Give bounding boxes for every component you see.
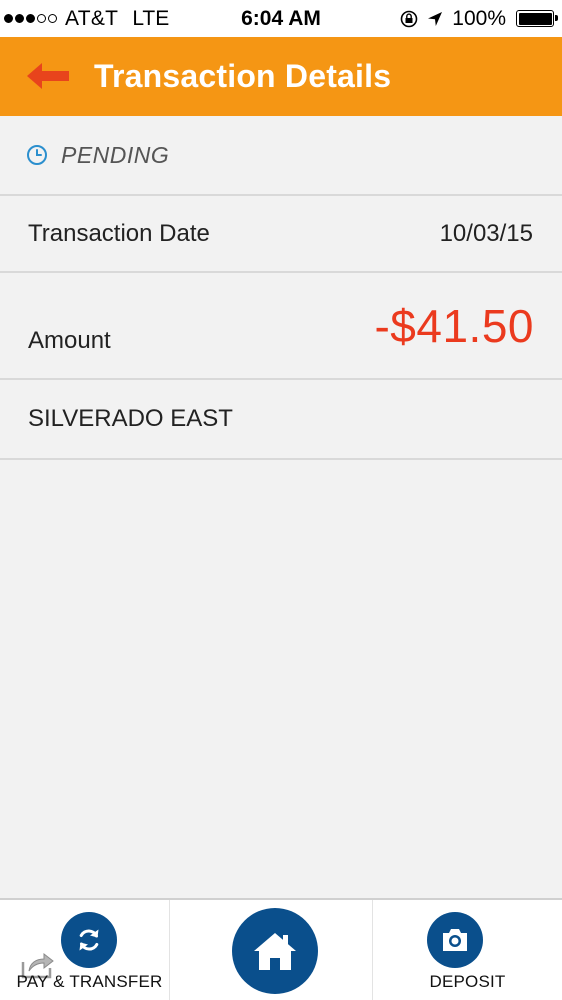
merchant-name: SILVERADO EAST bbox=[28, 405, 233, 432]
header-bar: Transaction Details bbox=[0, 37, 562, 116]
clock-icon bbox=[27, 145, 47, 165]
back-arrow-icon bbox=[27, 63, 69, 89]
pay-transfer-label: PAY & TRANSFER bbox=[16, 972, 163, 991]
camera-icon bbox=[443, 929, 467, 951]
tab-home[interactable] bbox=[170, 900, 372, 1000]
transaction-status: PENDING bbox=[61, 141, 170, 168]
merchant-row: SILVERADO EAST bbox=[0, 380, 562, 460]
amount-label: Amount bbox=[28, 327, 111, 354]
home-icon bbox=[254, 933, 296, 970]
home-circle bbox=[232, 908, 318, 994]
tab-pay-transfer[interactable]: PAY & TRANSFER bbox=[0, 900, 170, 1000]
amount-row: Amount -$41.50 bbox=[0, 273, 562, 380]
page-title: Transaction Details bbox=[94, 58, 392, 94]
battery-icon bbox=[516, 10, 558, 27]
pay-transfer-circle bbox=[61, 912, 117, 968]
status-wrap: PENDING bbox=[26, 116, 169, 194]
battery-percent: 100% bbox=[452, 6, 506, 30]
transaction-status-row: PENDING bbox=[0, 116, 562, 196]
transaction-date-value: 10/03/15 bbox=[439, 220, 533, 247]
deposit-circle bbox=[427, 912, 483, 968]
transaction-date-row: Transaction Date 10/03/15 bbox=[0, 196, 562, 273]
amount-value: -$41.50 bbox=[374, 300, 534, 352]
status-bar: AT&T LTE 6:04 AM 100% bbox=[0, 0, 562, 37]
refresh-icon bbox=[79, 929, 99, 951]
orientation-lock-icon bbox=[400, 10, 418, 27]
bottom-tab-bar: PAY & TRANSFER DEPOSIT bbox=[0, 898, 562, 1000]
transaction-date-label: Transaction Date bbox=[28, 220, 210, 247]
location-arrow-icon bbox=[428, 11, 443, 26]
back-button[interactable] bbox=[24, 58, 72, 94]
tab-deposit[interactable]: DEPOSIT bbox=[372, 900, 562, 1000]
deposit-label: DEPOSIT bbox=[429, 972, 506, 991]
status-right: 100% bbox=[400, 0, 558, 37]
